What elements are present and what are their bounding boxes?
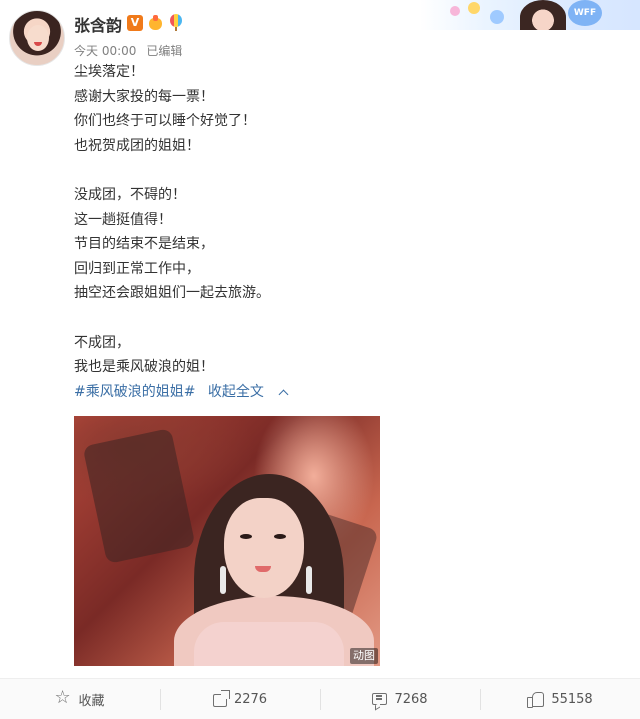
avatar[interactable] xyxy=(9,10,65,66)
photo-eye-right xyxy=(274,534,286,539)
balloon-badge-icon[interactable] xyxy=(169,14,183,31)
gif-image[interactable]: 动图 xyxy=(74,416,380,666)
text-line: 没成团，不碍的！ xyxy=(74,186,186,203)
text-line: 不成团， xyxy=(74,334,130,351)
banner-wff-badge: WFF xyxy=(568,0,602,26)
text-line: 尘埃落定！ xyxy=(74,64,144,80)
text-line: 这一趟挺值得！ xyxy=(74,211,172,228)
banner-bubble-pink xyxy=(450,6,460,16)
star-icon xyxy=(54,687,71,708)
author-name[interactable]: 张含韵 xyxy=(74,12,122,36)
repost-count: 2276 xyxy=(233,691,268,707)
chevron-up-icon[interactable] xyxy=(278,389,289,400)
like-button[interactable]: 55158 xyxy=(480,679,640,719)
like-icon xyxy=(527,691,545,708)
text-line: 我也是乘风破浪的姐！ xyxy=(74,359,214,376)
share-icon xyxy=(212,689,230,707)
favorite-label: 收藏 xyxy=(78,693,105,709)
photo-earring-right xyxy=(306,566,312,594)
text-line: 感谢大家投的每一票！ xyxy=(74,88,214,105)
repost-button[interactable]: 2276 xyxy=(160,679,320,719)
post-text: 尘埃落定！ 感谢大家投的每一票！ 你们也终于可以睡个好觉了！ 也祝贺成团的姐姐！… xyxy=(74,60,614,404)
banner-character xyxy=(520,0,566,30)
hashtag-row: #乘风破浪的姐姐# 收起全文 xyxy=(74,380,614,405)
stage-backdrop-left xyxy=(82,427,196,565)
post-time[interactable]: 今天 00:00 xyxy=(74,42,136,59)
post-meta: 今天 00:00 已编辑 xyxy=(74,42,182,59)
action-bar: 收藏 2276 7268 55158 xyxy=(0,678,640,719)
comment-count: 7268 xyxy=(394,691,428,707)
comment-icon xyxy=(372,693,388,705)
photo-face xyxy=(224,498,304,598)
banner-bubble-yellow xyxy=(468,2,480,14)
verified-v-icon[interactable]: V xyxy=(127,14,143,31)
author-badges: V xyxy=(127,14,183,31)
text-line: 节目的结束不是结束， xyxy=(74,236,214,253)
photo-earring-left xyxy=(220,566,226,594)
photo-eye-left xyxy=(240,534,252,539)
weibo-post-card: 张含韵 V 今天 00:00 已编辑 WFF 尘埃落定！ 感谢大家投的每一票！ … xyxy=(0,0,640,719)
hashtag-link[interactable]: #乘风破浪的姐姐# xyxy=(74,384,195,400)
text-line: 抽空还会跟姐姐们一起去旅游。 xyxy=(74,285,270,302)
text-line: 你们也终于可以睡个好觉了！ xyxy=(74,113,256,130)
banner-bubble-blue xyxy=(490,10,504,24)
text-line: 回归到正常工作中， xyxy=(74,260,200,277)
photo-dress xyxy=(194,622,344,666)
edited-label[interactable]: 已编辑 xyxy=(146,42,182,59)
text-line: 也祝贺成团的姐姐！ xyxy=(74,137,200,154)
avatar-face xyxy=(27,25,49,51)
decoration-banner[interactable]: WFF xyxy=(420,0,640,30)
collapse-link[interactable]: 收起全文 xyxy=(208,384,264,400)
comment-button[interactable]: 7268 xyxy=(320,679,480,719)
favorite-button[interactable]: 收藏 xyxy=(0,679,160,719)
like-count: 55158 xyxy=(551,691,593,707)
hand-badge-icon[interactable] xyxy=(147,14,165,31)
gif-badge: 动图 xyxy=(350,648,378,664)
